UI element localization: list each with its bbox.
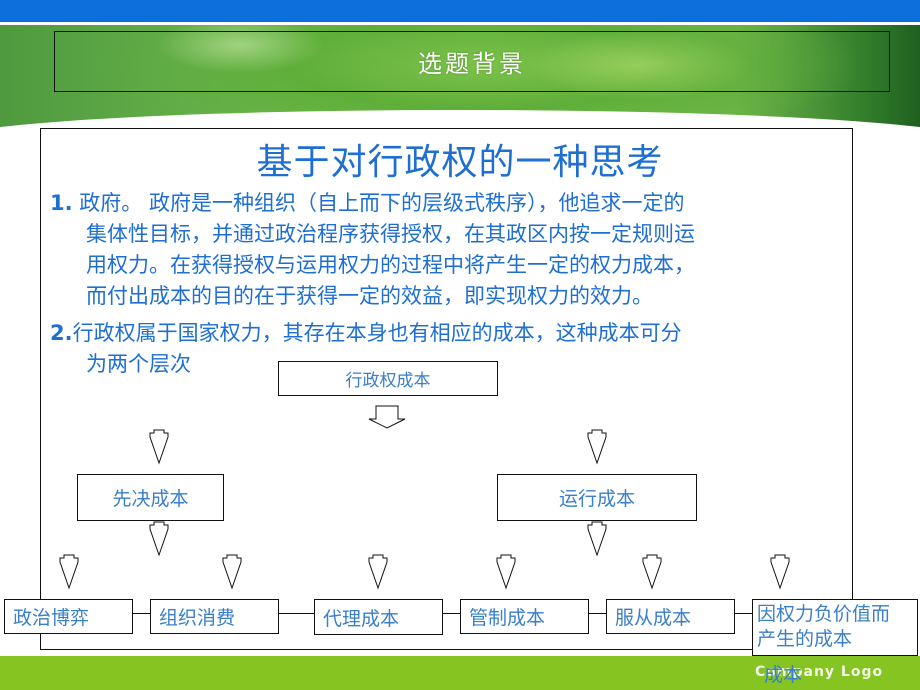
- point-2-text-1: 行政权属于国家权力，其存在本身也有相应的成本，这种成本可分: [72, 321, 682, 345]
- point-1: 1. 政府。 政府是一种组织（自上而下的层级式秩序），他追求一定的 集体性目标，…: [50, 188, 850, 312]
- connector-line: [442, 613, 460, 614]
- point-1-line-4: 而付出成本的目的在于获得一定的效益，即实现权力的效力。: [86, 284, 653, 308]
- diagram-level2-box: 代理成本: [314, 599, 443, 635]
- diagram-level2-label: 组织消费: [159, 607, 236, 629]
- down-arrow-icon: [587, 521, 607, 557]
- down-arrow-icon: [496, 554, 516, 590]
- connector-line: [588, 613, 606, 614]
- diagram-level1-box-operation: 运行成本: [497, 474, 697, 521]
- diagram-level2-box: 政治博弈: [4, 599, 133, 634]
- connector-line: [278, 613, 314, 614]
- connector-line: [132, 613, 150, 614]
- point-1-number: 1.: [50, 191, 73, 215]
- diagram-level1-box-prerequisite: 先决成本: [77, 474, 224, 521]
- block-down-arrow-icon: [368, 405, 406, 429]
- diagram-level1-label: 先决成本: [112, 488, 189, 510]
- diagram-level2-box: 管制成本: [460, 599, 589, 634]
- point-1-line-2: 集体性目标，并通过政治程序获得授权，在其政区内按一定规则运: [86, 222, 695, 246]
- diagram-level2-label: 管制成本: [469, 607, 546, 629]
- down-arrow-icon: [770, 554, 790, 590]
- down-arrow-icon: [59, 554, 79, 590]
- diagram-level2-box: 服从成本: [606, 599, 735, 634]
- diagram-root-box: 行政权成本: [278, 361, 498, 396]
- diagram-level2-label: 代理成本: [323, 607, 400, 630]
- section-title-frame: 选题背景: [54, 31, 890, 92]
- down-arrow-icon: [149, 429, 169, 465]
- top-accent-bar: [0, 0, 920, 22]
- down-arrow-icon: [222, 554, 242, 590]
- down-arrow-icon: [587, 429, 607, 465]
- point-1-line-3: 用权力。在获得授权与运用权力的过程中将产生一定的权力成本，: [86, 253, 695, 277]
- down-arrow-icon: [368, 554, 388, 590]
- section-title: 选题背景: [418, 50, 526, 78]
- down-arrow-icon: [149, 521, 169, 557]
- connector-line: [734, 613, 752, 614]
- down-arrow-icon: [642, 554, 662, 590]
- point-1-line-1: 1. 政府。 政府是一种组织（自上而下的层级式秩序），他追求一定的: [50, 188, 850, 219]
- diagram-level2-box: 组织消费: [150, 599, 279, 634]
- point-2-number: 2.: [50, 321, 73, 345]
- point-2-line-1: 2.行政权属于国家权力，其存在本身也有相应的成本，这种成本可分: [50, 318, 850, 349]
- diagram-level1-label: 运行成本: [558, 488, 635, 510]
- diagram-level2-label: 服从成本: [615, 607, 692, 629]
- overflow-text: 成本: [764, 664, 803, 686]
- diagram-level2-box: 因权力负价值而产生的成本: [752, 599, 918, 656]
- diagram-root-label: 行政权成本: [345, 371, 431, 391]
- point-1-text-1: 政府。 政府是一种组织（自上而下的层级式秩序），他追求一定的: [72, 191, 685, 215]
- diagram-level2-label: 政治博弈: [13, 607, 90, 629]
- diagram-level2-label: 因权力负价值而产生的成本: [757, 603, 891, 650]
- slide-heading: 基于对行政权的一种思考: [256, 142, 664, 183]
